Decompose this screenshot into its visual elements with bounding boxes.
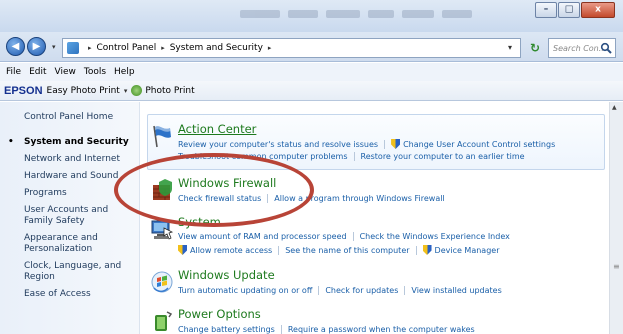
power-options-link[interactable]: Power Options bbox=[178, 307, 261, 321]
control-panel-icon bbox=[67, 42, 79, 54]
view-installed-updates-link[interactable]: View installed updates bbox=[411, 286, 501, 295]
menu-view[interactable]: View bbox=[55, 67, 76, 77]
computer-name-link[interactable]: See the name of this computer bbox=[285, 246, 409, 255]
action-center-link[interactable]: Action Center bbox=[178, 122, 256, 136]
search-icon[interactable] bbox=[600, 42, 612, 54]
epson-toolbar: EPSON Easy Photo Print ▾ Photo Print bbox=[0, 81, 623, 101]
breadcrumb-control-panel[interactable]: Control Panel bbox=[97, 43, 157, 53]
sidebar-item-network-and-internet[interactable]: Network and Internet bbox=[0, 154, 139, 165]
sidebar-item-ease-of-access[interactable]: Ease of Access bbox=[0, 289, 139, 300]
scroll-grip-icon[interactable]: ≡ bbox=[613, 262, 620, 271]
uac-shield-icon bbox=[422, 245, 432, 255]
chevron-down-icon[interactable]: ▾ bbox=[124, 87, 128, 95]
forward-button[interactable]: ▶ bbox=[27, 37, 46, 56]
search-input[interactable]: Search Con... bbox=[548, 38, 616, 58]
require-password-link[interactable]: Require a password when the computer wak… bbox=[288, 325, 475, 334]
troubleshoot-link[interactable]: Troubleshoot common computer problems bbox=[178, 152, 348, 161]
system-link[interactable]: System bbox=[178, 215, 221, 229]
allow-program-link[interactable]: Allow a program through Windows Firewall bbox=[274, 194, 444, 203]
sidebar-item-system-and-security[interactable]: System and Security bbox=[0, 137, 139, 148]
sidebar: Control Panel Home System and Security N… bbox=[0, 102, 140, 334]
experience-index-link[interactable]: Check the Windows Experience Index bbox=[360, 232, 510, 241]
check-for-updates-link[interactable]: Check for updates bbox=[325, 286, 398, 295]
menu-edit[interactable]: Edit bbox=[29, 67, 46, 77]
windows-firewall-link[interactable]: Windows Firewall bbox=[178, 176, 276, 190]
refresh-button[interactable]: ↻ bbox=[526, 40, 544, 56]
device-manager-link[interactable]: Device Manager bbox=[435, 246, 500, 255]
menu-help[interactable]: Help bbox=[114, 67, 135, 77]
faded-background-ribbon bbox=[240, 3, 540, 25]
sidebar-item-clock-language-region[interactable]: Clock, Language, and Region bbox=[0, 261, 139, 283]
back-button[interactable]: ◀ bbox=[6, 37, 25, 56]
windows-update-icon bbox=[151, 271, 173, 293]
sidebar-item-programs[interactable]: Programs bbox=[0, 188, 139, 199]
check-firewall-status-link[interactable]: Check firewall status bbox=[178, 194, 261, 203]
allow-remote-access-link[interactable]: Allow remote access bbox=[190, 246, 272, 255]
battery-settings-link[interactable]: Change battery settings bbox=[178, 325, 275, 334]
recent-pages-dropdown[interactable]: ▾ bbox=[52, 43, 56, 51]
breadcrumb-system-and-security[interactable]: System and Security bbox=[170, 43, 263, 53]
menu-bar: File Edit View Tools Help bbox=[0, 63, 623, 81]
restore-computer-link[interactable]: Restore your computer to an earlier time bbox=[361, 152, 525, 161]
menu-file[interactable]: File bbox=[6, 67, 21, 77]
view-ram-speed-link[interactable]: View amount of RAM and processor speed bbox=[178, 232, 347, 241]
vertical-scrollbar[interactable]: ▲ ≡ bbox=[609, 102, 623, 334]
maximize-button[interactable]: □ bbox=[558, 2, 580, 18]
photo-print-button[interactable]: Photo Print bbox=[145, 86, 194, 96]
automatic-updating-link[interactable]: Turn automatic updating on or off bbox=[178, 286, 312, 295]
address-bar[interactable]: ▸ Control Panel ▸ System and Security ▸ … bbox=[62, 38, 521, 58]
sidebar-item-control-panel-home[interactable]: Control Panel Home bbox=[0, 112, 139, 123]
easy-photo-print-button[interactable]: Easy Photo Print bbox=[47, 86, 120, 96]
search-placeholder: Search Con... bbox=[553, 43, 607, 53]
uac-shield-icon bbox=[391, 139, 401, 149]
minimize-button[interactable]: – bbox=[535, 2, 557, 18]
sidebar-item-appearance[interactable]: Appearance and Personalization bbox=[0, 233, 110, 255]
computer-icon bbox=[151, 220, 174, 240]
window-title-bar: – □ x bbox=[0, 0, 623, 32]
menu-tools[interactable]: Tools bbox=[84, 67, 106, 77]
close-button[interactable]: x bbox=[581, 2, 615, 18]
windows-update-link[interactable]: Windows Update bbox=[178, 268, 275, 282]
scroll-up-arrow-icon[interactable]: ▲ bbox=[612, 104, 617, 111]
uac-shield-icon bbox=[178, 245, 187, 255]
flag-icon bbox=[153, 125, 171, 148]
change-uac-link[interactable]: Change User Account Control settings bbox=[403, 140, 555, 149]
power-options-icon bbox=[155, 311, 173, 331]
address-dropdown[interactable]: ▾ bbox=[508, 43, 512, 52]
address-row: ◀ ▶ ▾ ▸ Control Panel ▸ System and Secur… bbox=[0, 32, 623, 62]
epson-logo: EPSON bbox=[4, 84, 43, 97]
sidebar-item-user-accounts[interactable]: User Accounts and Family Safety bbox=[0, 205, 120, 227]
sidebar-item-hardware-and-sound[interactable]: Hardware and Sound bbox=[0, 171, 139, 182]
firewall-icon bbox=[153, 179, 172, 200]
review-status-link[interactable]: Review your computer's status and resolv… bbox=[178, 140, 378, 149]
photo-print-icon bbox=[131, 85, 143, 96]
